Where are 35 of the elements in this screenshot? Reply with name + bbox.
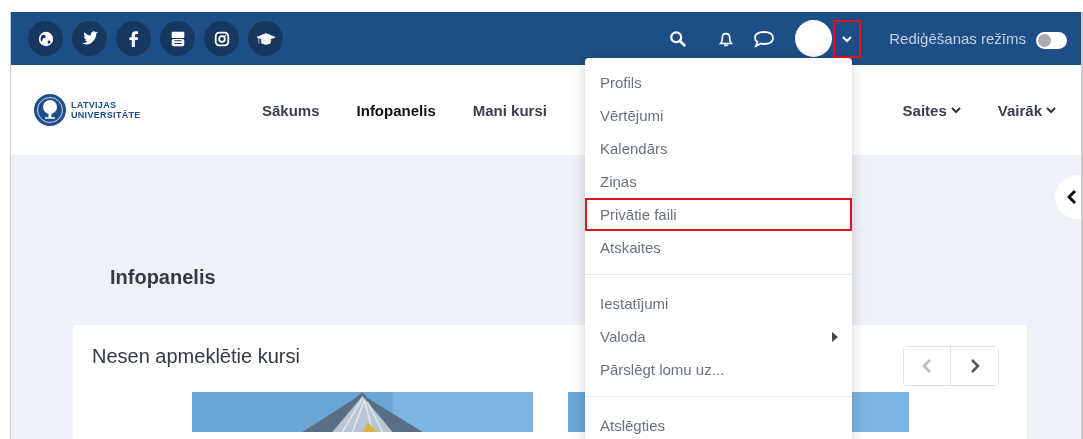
menu-item[interactable]: Kalendārs bbox=[585, 132, 852, 165]
chevron-left-icon bbox=[1067, 189, 1077, 205]
menu-item[interactable]: Atskaites bbox=[585, 231, 852, 264]
logo-text: LATVIJAS bbox=[71, 100, 118, 110]
nav-link[interactable]: Mani kursi bbox=[472, 101, 547, 119]
menu-item[interactable]: Privātie faili bbox=[585, 198, 852, 231]
menu-item[interactable]: Iestatījumi bbox=[585, 287, 852, 320]
nav-link[interactable]: Sākums bbox=[262, 101, 320, 119]
menu-item[interactable]: Valoda bbox=[585, 320, 852, 353]
globe-icon[interactable] bbox=[28, 21, 63, 56]
avatar[interactable] bbox=[795, 20, 833, 57]
chat-icon[interactable] bbox=[753, 29, 776, 48]
bird-icon[interactable] bbox=[72, 21, 107, 56]
page-title: Infopanelis bbox=[110, 265, 217, 289]
card-title: Nesen apmeklētie kursi bbox=[92, 345, 300, 368]
menu-item[interactable]: Ziņas bbox=[585, 165, 852, 198]
chevron-left-icon bbox=[922, 358, 932, 374]
letter-f-icon[interactable] bbox=[116, 21, 151, 56]
nav-link[interactable]: Infopanelis bbox=[356, 101, 436, 119]
edit-mode-switch[interactable] bbox=[1036, 31, 1067, 49]
logo-text: UNIVERSITĀTE bbox=[71, 110, 141, 120]
user-menu-toggle[interactable] bbox=[833, 19, 862, 58]
graduation-cap-icon[interactable] bbox=[248, 21, 283, 56]
menu-item[interactable]: Pārslēgt lomu uz... bbox=[585, 353, 852, 386]
menu-item[interactable]: Atslēgties bbox=[585, 409, 852, 439]
search-icon[interactable] bbox=[669, 29, 688, 48]
university-seal-icon bbox=[33, 93, 67, 127]
nav-link[interactable]: Vairāk bbox=[997, 101, 1056, 119]
chevron-down-icon bbox=[842, 34, 853, 43]
nav-link[interactable]: Saites bbox=[902, 101, 961, 119]
menu-item[interactable]: Vērtējumi bbox=[585, 99, 852, 132]
chevron-right-icon bbox=[969, 358, 980, 374]
camera-icon[interactable] bbox=[204, 21, 239, 56]
edit-mode-label: Rediģēšanas režīms bbox=[889, 30, 1026, 47]
menu-item[interactable]: Profils bbox=[585, 66, 852, 99]
